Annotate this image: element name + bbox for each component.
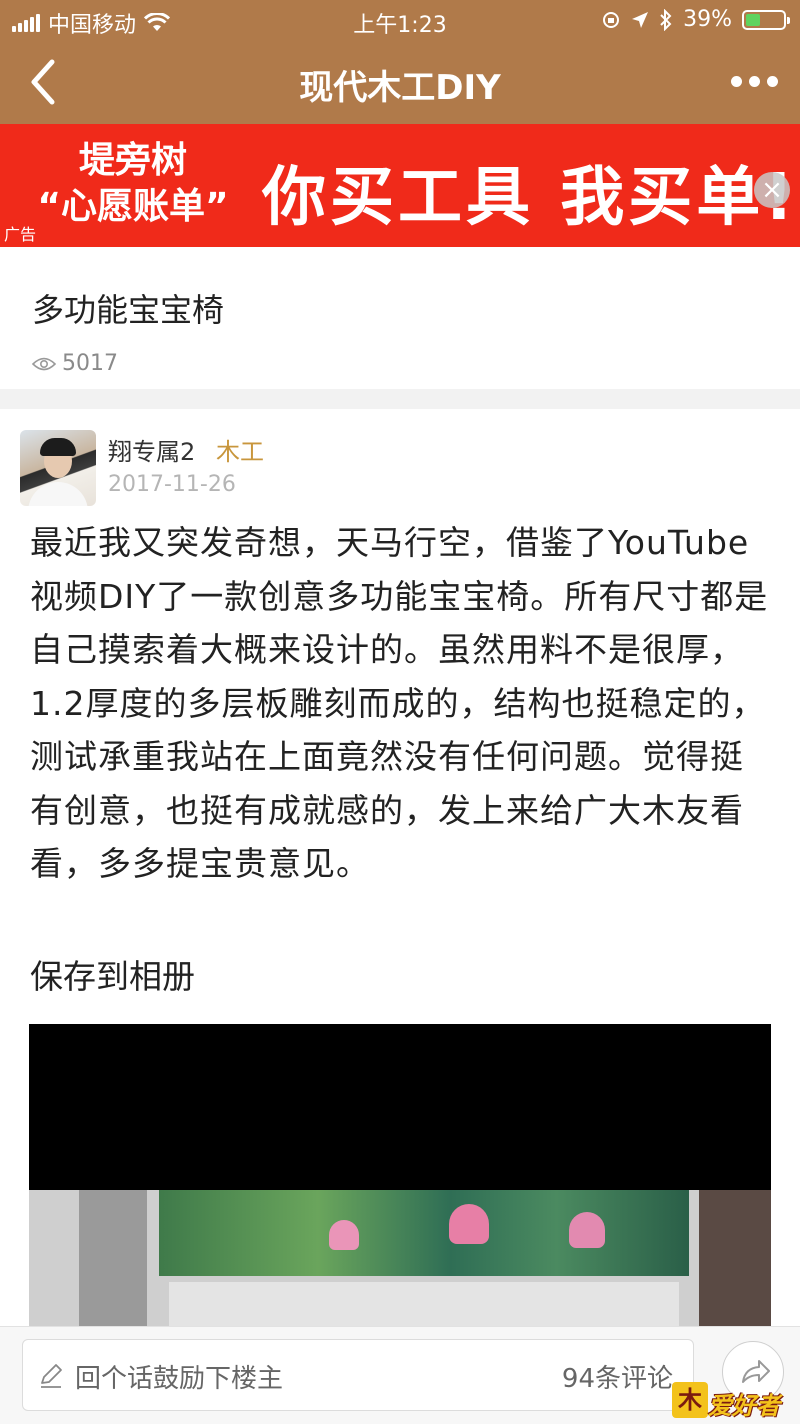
comment-placeholder: 回个话鼓励下楼主 [75, 1364, 284, 1394]
photo-content [29, 1190, 771, 1326]
post-header: 多功能宝宝椅 5017 [0, 247, 800, 389]
post-date: 2017-11-26 [108, 472, 236, 497]
more-button[interactable] [724, 66, 784, 96]
orientation-lock-icon [603, 11, 620, 28]
author-name[interactable]: 翔专属2 [108, 432, 195, 467]
status-bar: 中国移动 上午1:23 39% [0, 0, 800, 40]
section-divider [0, 389, 800, 409]
ad-banner[interactable]: 堤旁树 “心愿账单” 你买工具 我买单! 广告 × [0, 124, 800, 247]
nav-bar: 现代木工DIY [0, 40, 800, 124]
view-count-value: 5017 [62, 351, 118, 376]
view-count: 5017 [32, 351, 118, 376]
ad-brand-line2: “心愿账单” [37, 186, 229, 227]
watermark-text: 爱好者 [708, 1392, 780, 1420]
save-to-album-link[interactable]: 保存到相册 [30, 950, 195, 998]
post-image[interactable] [29, 1024, 771, 1326]
post-body: 最近我又突发奇想，天马行空，借鉴了YouTube视频DIY了一款创意多功能宝宝椅… [30, 523, 769, 883]
comment-input[interactable]: 回个话鼓励下楼主 94条评论 [22, 1339, 694, 1411]
watermark-logo-char: 木 [678, 1386, 702, 1414]
ad-brand-line1: 堤旁树 [78, 140, 187, 181]
pencil-icon [41, 1364, 62, 1388]
eye-icon [32, 357, 56, 370]
ad-headline: 你买工具 我买单! [262, 161, 798, 235]
battery-percent: 39% [683, 7, 732, 32]
avatar[interactable] [20, 430, 96, 506]
more-dots-icon [730, 75, 742, 87]
page-title: 现代木工DIY [299, 68, 501, 108]
ad-tag: 广告 [4, 225, 37, 244]
post-title: 多功能宝宝椅 [32, 291, 225, 329]
watermark-logo: 木 爱好者 [668, 1380, 798, 1420]
bluetooth-icon [660, 8, 672, 31]
ad-close-button[interactable]: × [754, 172, 790, 208]
comment-count[interactable]: 94条评论 [562, 1358, 673, 1395]
ad-brand: 堤旁树 “心愿账单” [18, 138, 248, 230]
author-badge: 木工 [216, 438, 264, 466]
location-icon [632, 11, 649, 28]
battery-icon [742, 9, 790, 30]
